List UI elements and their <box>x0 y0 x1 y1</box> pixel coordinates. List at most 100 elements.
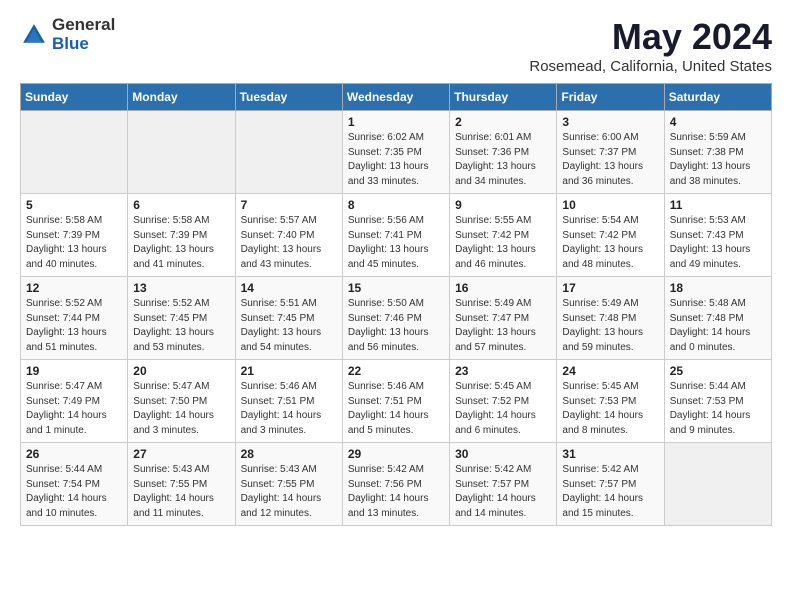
day-number: 23 <box>455 364 551 378</box>
day-number: 12 <box>26 281 122 295</box>
day-info: Sunrise: 5:47 AM Sunset: 7:49 PM Dayligh… <box>26 380 122 438</box>
calendar-cell: 8 Sunrise: 5:56 AM Sunset: 7:41 PM Daylig… <box>342 194 449 277</box>
day-info: Sunrise: 5:57 AM Sunset: 7:40 PM Dayligh… <box>241 214 337 272</box>
day-header-sunday: Sunday <box>21 84 128 111</box>
calendar-cell: 12 Sunrise: 5:52 AM Sunset: 7:44 PM Dayli… <box>21 277 128 360</box>
calendar-header-row: SundayMondayTuesdayWednesdayThursdayFrid… <box>21 84 772 111</box>
day-number: 5 <box>26 198 122 212</box>
calendar-table: SundayMondayTuesdayWednesdayThursdayFrid… <box>20 83 772 526</box>
day-header-tuesday: Tuesday <box>235 84 342 111</box>
calendar-cell <box>235 111 342 194</box>
calendar-cell: 14Sunrise: 5:51 AM Sunset: 7:45 PM Dayli… <box>235 277 342 360</box>
day-number: 29 <box>348 447 444 461</box>
page-header: General Blue May 2024 Rosemead, Californ… <box>20 16 772 75</box>
day-number: 8 <box>348 198 444 212</box>
day-info: Sunrise: 5:45 AM Sunset: 7:52 PM Dayligh… <box>455 380 551 438</box>
calendar-cell <box>664 443 771 526</box>
day-info: Sunrise: 5:47 AM Sunset: 7:50 PM Dayligh… <box>133 380 229 438</box>
calendar-cell: 23 Sunrise: 5:45 AM Sunset: 7:52 PM Dayli… <box>450 360 557 443</box>
logo-icon <box>20 21 48 49</box>
day-header-monday: Monday <box>128 84 235 111</box>
day-number: 22 <box>348 364 444 378</box>
day-number: 3 <box>562 115 658 129</box>
calendar-cell: 17 Sunrise: 5:49 AM Sunset: 7:48 PM Dayli… <box>557 277 664 360</box>
calendar-cell: 11 Sunrise: 5:53 AM Sunset: 7:43 PM Dayli… <box>664 194 771 277</box>
day-header-thursday: Thursday <box>450 84 557 111</box>
day-number: 18 <box>670 281 766 295</box>
day-info: Sunrise: 6:00 AM Sunset: 7:37 PM Dayligh… <box>562 131 658 189</box>
day-number: 14 <box>241 281 337 295</box>
day-info: Sunrise: 5:55 AM Sunset: 7:42 PM Dayligh… <box>455 214 551 272</box>
day-number: 17 <box>562 281 658 295</box>
calendar-cell: 29Sunrise: 5:42 AM Sunset: 7:56 PM Dayli… <box>342 443 449 526</box>
day-number: 31 <box>562 447 658 461</box>
day-info: Sunrise: 5:44 AM Sunset: 7:54 PM Dayligh… <box>26 463 122 521</box>
day-info: Sunrise: 5:59 AM Sunset: 7:38 PM Dayligh… <box>670 131 766 189</box>
day-info: Sunrise: 5:46 AM Sunset: 7:51 PM Dayligh… <box>241 380 337 438</box>
day-info: Sunrise: 5:52 AM Sunset: 7:44 PM Dayligh… <box>26 297 122 355</box>
calendar-cell: 30Sunrise: 5:42 AM Sunset: 7:57 PM Dayli… <box>450 443 557 526</box>
title-block: May 2024 Rosemead, California, United St… <box>529 16 772 75</box>
day-number: 11 <box>670 198 766 212</box>
calendar-week-3: 12 Sunrise: 5:52 AM Sunset: 7:44 PM Dayli… <box>21 277 772 360</box>
calendar-cell: 13 Sunrise: 5:52 AM Sunset: 7:45 PM Dayli… <box>128 277 235 360</box>
day-info: Sunrise: 5:53 AM Sunset: 7:43 PM Dayligh… <box>670 214 766 272</box>
calendar-cell: 27 Sunrise: 5:43 AM Sunset: 7:55 PM Dayli… <box>128 443 235 526</box>
calendar-cell: 26Sunrise: 5:44 AM Sunset: 7:54 PM Dayli… <box>21 443 128 526</box>
calendar-cell: 3 Sunrise: 6:00 AM Sunset: 7:37 PM Daylig… <box>557 111 664 194</box>
calendar-cell: 5Sunrise: 5:58 AM Sunset: 7:39 PM Daylig… <box>21 194 128 277</box>
calendar-week-1: 1Sunrise: 6:02 AM Sunset: 7:35 PM Daylig… <box>21 111 772 194</box>
calendar-cell: 28Sunrise: 5:43 AM Sunset: 7:55 PM Dayli… <box>235 443 342 526</box>
day-info: Sunrise: 5:56 AM Sunset: 7:41 PM Dayligh… <box>348 214 444 272</box>
day-info: Sunrise: 5:45 AM Sunset: 7:53 PM Dayligh… <box>562 380 658 438</box>
day-info: Sunrise: 5:49 AM Sunset: 7:47 PM Dayligh… <box>455 297 551 355</box>
calendar-cell: 24 Sunrise: 5:45 AM Sunset: 7:53 PM Dayli… <box>557 360 664 443</box>
calendar-cell: 19Sunrise: 5:47 AM Sunset: 7:49 PM Dayli… <box>21 360 128 443</box>
day-info: Sunrise: 5:58 AM Sunset: 7:39 PM Dayligh… <box>133 214 229 272</box>
calendar-week-5: 26Sunrise: 5:44 AM Sunset: 7:54 PM Dayli… <box>21 443 772 526</box>
calendar-cell: 20 Sunrise: 5:47 AM Sunset: 7:50 PM Dayli… <box>128 360 235 443</box>
day-header-friday: Friday <box>557 84 664 111</box>
page-title: May 2024 <box>529 16 772 58</box>
calendar-cell: 1Sunrise: 6:02 AM Sunset: 7:35 PM Daylig… <box>342 111 449 194</box>
day-info: Sunrise: 5:43 AM Sunset: 7:55 PM Dayligh… <box>133 463 229 521</box>
logo-general: General <box>52 16 115 35</box>
day-header-saturday: Saturday <box>664 84 771 111</box>
day-number: 16 <box>455 281 551 295</box>
day-number: 7 <box>241 198 337 212</box>
calendar-body: 1Sunrise: 6:02 AM Sunset: 7:35 PM Daylig… <box>21 111 772 526</box>
day-info: Sunrise: 5:42 AM Sunset: 7:57 PM Dayligh… <box>562 463 658 521</box>
day-number: 30 <box>455 447 551 461</box>
day-number: 25 <box>670 364 766 378</box>
day-number: 9 <box>455 198 551 212</box>
calendar-cell: 22 Sunrise: 5:46 AM Sunset: 7:51 PM Dayli… <box>342 360 449 443</box>
logo-text: General Blue <box>52 16 115 53</box>
day-number: 10 <box>562 198 658 212</box>
calendar-cell <box>21 111 128 194</box>
calendar-week-2: 5 Sunrise: 5:58 AM Sunset: 7:39 PM Daylig… <box>21 194 772 277</box>
day-info: Sunrise: 5:43 AM Sunset: 7:55 PM Dayligh… <box>241 463 337 521</box>
day-info: Sunrise: 5:46 AM Sunset: 7:51 PM Dayligh… <box>348 380 444 438</box>
calendar-cell: 4Sunrise: 5:59 AM Sunset: 7:38 PM Daylig… <box>664 111 771 194</box>
day-number: 20 <box>133 364 229 378</box>
calendar-cell <box>128 111 235 194</box>
day-info: Sunrise: 5:48 AM Sunset: 7:48 PM Dayligh… <box>670 297 766 355</box>
calendar-cell: 9 Sunrise: 5:55 AM Sunset: 7:42 PM Daylig… <box>450 194 557 277</box>
day-header-wednesday: Wednesday <box>342 84 449 111</box>
calendar-cell: 15Sunrise: 5:50 AM Sunset: 7:46 PM Dayli… <box>342 277 449 360</box>
day-number: 1 <box>348 115 444 129</box>
day-info: Sunrise: 5:52 AM Sunset: 7:45 PM Dayligh… <box>133 297 229 355</box>
calendar-week-4: 19Sunrise: 5:47 AM Sunset: 7:49 PM Dayli… <box>21 360 772 443</box>
calendar-cell: 21 Sunrise: 5:46 AM Sunset: 7:51 PM Dayli… <box>235 360 342 443</box>
logo: General Blue <box>20 16 115 53</box>
calendar-cell: 10Sunrise: 5:54 AM Sunset: 7:42 PM Dayli… <box>557 194 664 277</box>
calendar-cell: 18 Sunrise: 5:48 AM Sunset: 7:48 PM Dayli… <box>664 277 771 360</box>
day-number: 6 <box>133 198 229 212</box>
day-number: 13 <box>133 281 229 295</box>
day-info: Sunrise: 5:50 AM Sunset: 7:46 PM Dayligh… <box>348 297 444 355</box>
day-info: Sunrise: 5:49 AM Sunset: 7:48 PM Dayligh… <box>562 297 658 355</box>
day-number: 21 <box>241 364 337 378</box>
calendar-cell: 25Sunrise: 5:44 AM Sunset: 7:53 PM Dayli… <box>664 360 771 443</box>
day-number: 27 <box>133 447 229 461</box>
day-number: 24 <box>562 364 658 378</box>
